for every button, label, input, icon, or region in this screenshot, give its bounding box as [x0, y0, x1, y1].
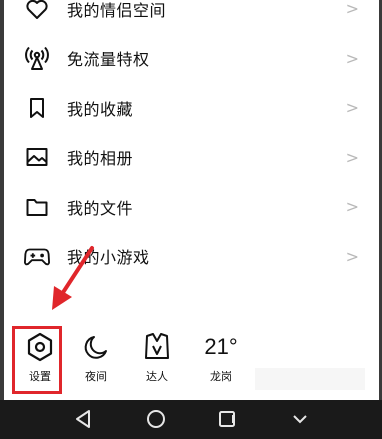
expert-button[interactable]: 达人 — [132, 328, 182, 384]
weather-widget[interactable]: 21° 龙岗 — [196, 328, 246, 384]
home-circle-icon[interactable] — [145, 408, 167, 430]
folder-icon — [24, 194, 50, 220]
image-icon — [24, 144, 50, 170]
menu-item-album[interactable]: 我的相册 > — [4, 133, 379, 183]
menu-item-favorites[interactable]: 我的收藏 > — [4, 83, 379, 133]
temperature-value: 21° — [204, 334, 238, 359]
menu-item-label: 我的收藏 — [67, 99, 134, 119]
chevron-right-icon: > — [345, 197, 359, 217]
menu-item-label: 免流量特权 — [67, 50, 150, 70]
chevron-right-icon: > — [345, 246, 359, 266]
antenna-icon — [24, 45, 50, 71]
recent-apps-icon[interactable] — [216, 408, 238, 430]
menu-item-files[interactable]: 我的文件 > — [4, 182, 379, 232]
bookmark-icon — [24, 95, 50, 121]
menu-item-label: 我的相册 — [67, 149, 134, 169]
heart-icon — [24, 0, 50, 22]
menu-item-couple-space[interactable]: 我的情侣空间 > — [4, 0, 379, 34]
expert-label: 达人 — [146, 370, 168, 383]
menu-item-free-data[interactable]: 免流量特权 > — [4, 34, 379, 84]
menu-item-label: 我的文件 — [67, 198, 134, 218]
drawer-menu: 我的情侣空间 > 免流量特权 > 我的收藏 > 我的相册 > 我的文件 > 我的… — [4, 0, 379, 281]
chevron-right-icon: > — [345, 0, 359, 19]
back-triangle-icon[interactable] — [72, 408, 94, 430]
moon-icon — [71, 328, 121, 366]
city-label: 龙岗 — [210, 370, 232, 383]
settings-highlight-box — [12, 326, 62, 394]
android-nav-bar — [0, 400, 382, 439]
chevron-right-icon: > — [345, 98, 359, 118]
blurred-area — [255, 368, 365, 390]
night-mode-button[interactable]: 夜间 — [71, 328, 121, 384]
menu-item-label: 我的情侣空间 — [67, 0, 167, 20]
chevron-right-icon: > — [345, 48, 359, 68]
chevron-right-icon: > — [345, 147, 359, 167]
red-arrow-annotation — [52, 246, 94, 310]
night-mode-label: 夜间 — [85, 370, 107, 383]
person-badge-icon — [132, 328, 182, 366]
hide-navbar-icon[interactable] — [290, 408, 310, 430]
